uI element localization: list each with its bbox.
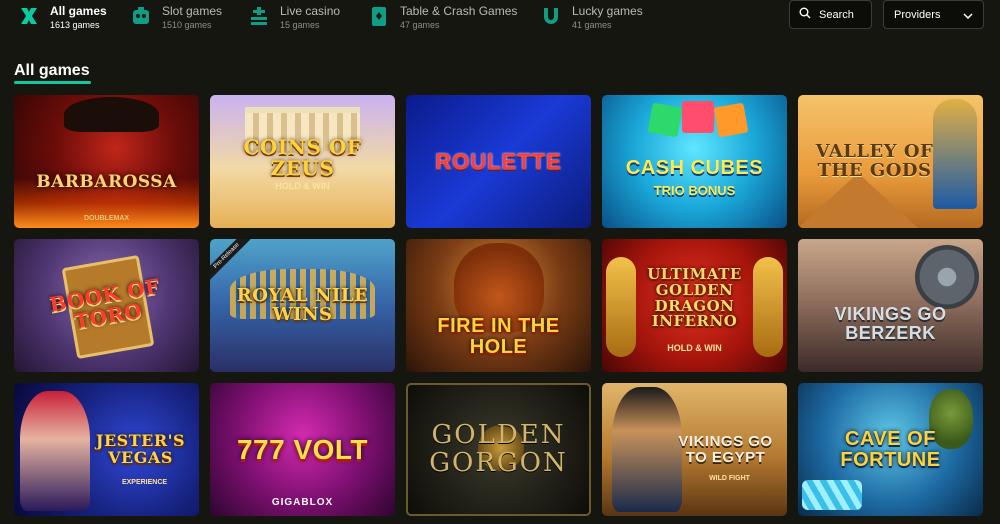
category-label: Slot games [162,4,223,18]
category-bar: All games 1613 games Slot games 1510 gam… [0,0,1000,34]
providers-dropdown[interactable]: Providers [883,0,984,29]
game-subtitle: Trio Bonus [653,183,736,198]
category-label: Live casino [280,4,341,18]
category-count: 47 games [400,20,440,30]
games-grid: Barbarossa DoubleMax Coins of Zeus Hold … [14,95,986,516]
category-live-casino[interactable]: Live casino 15 games [246,4,340,31]
game-tile-golden-gorgon[interactable]: Golden Gorgon [406,383,591,516]
game-tile-jesters-vegas[interactable]: Jester's Vegas Experience [14,383,199,516]
shield-art [915,245,979,309]
roulette-table-icon [246,3,272,29]
pirate-hat-art [64,97,159,132]
cube-art [713,102,749,138]
game-subtitle: Experience [121,479,168,486]
grid-icon [16,3,42,29]
game-title: 777 Volt [236,433,369,465]
game-title: Fire in the Hole [437,314,560,358]
slot-machine-icon [128,3,154,29]
category-count: 1510 games [162,20,212,30]
game-title: Barbarossa [36,171,177,192]
game-tile-coins-of-zeus[interactable]: Coins of Zeus Hold & Win [210,95,395,228]
section-title: All games [14,62,90,79]
game-subtitle: Hold & Win [275,181,330,191]
game-subtitle: Hold & Win [667,343,722,353]
game-tile-vikings-go-to-egypt[interactable]: Vikings Go to Egypt Wild Fight [602,383,787,516]
game-subtitle: Wild Fight [709,475,750,482]
game-tile-barbarossa[interactable]: Barbarossa DoubleMax [14,95,199,228]
game-tile-vikings-go-berzerk[interactable]: Vikings Go Berzerk [798,239,983,372]
game-tile-fire-in-the-hole[interactable]: Fire in the Hole [406,239,591,372]
game-title: Vikings Go to Egypt [678,432,773,466]
chevron-down-icon [963,6,973,24]
horseshoe-icon [538,3,564,29]
game-title: Valley of the Gods [815,140,934,181]
cube-art [647,102,683,138]
section-title-underline [14,81,91,84]
category-count: 1613 games [50,20,100,30]
game-tile-roulette[interactable]: Roulette [406,95,591,228]
category-label: All games [50,4,107,18]
game-subtitle: DoubleMax [83,215,130,222]
category-all-games[interactable]: All games 1613 games [16,4,107,31]
category-label: Lucky games [572,4,643,18]
game-tile-royal-nile-wins[interactable]: Pre-Release Royal Nile Wins [210,239,395,372]
category-lucky-games[interactable]: Lucky games 41 games [538,4,643,31]
category-table-crash[interactable]: Table & Crash Games 47 games [366,4,517,31]
game-tile-cave-of-fortune[interactable]: Cave of Fortune [798,383,983,516]
game-title: Coins of Zeus [243,134,362,180]
category-count: 15 games [280,20,320,30]
game-title: Vikings Go Berzerk [834,303,947,343]
game-tile-valley-of-the-gods[interactable]: Valley of the Gods [798,95,983,228]
game-tile-cash-cubes[interactable]: Cash Cubes Trio Bonus [602,95,787,228]
game-tile-book-of-toro[interactable]: Book of Toro [14,239,199,372]
gem-art [802,480,862,510]
search-button[interactable]: Search [789,0,872,29]
game-title: Cash Cubes [625,157,764,179]
game-title: Royal Nile Wins [236,284,369,325]
card-icon [366,3,392,29]
game-title: Cave of Fortune [840,427,941,471]
search-icon [799,6,811,24]
game-subtitle: GigaBlox [271,497,334,508]
game-title: Ultimate Golden Dragon Inferno [647,265,742,331]
game-tile-777-volt[interactable]: 777 Volt GigaBlox [210,383,395,516]
category-count: 41 games [572,20,612,30]
game-title: Golden Gorgon [429,420,568,478]
cube-art [682,101,714,133]
game-title: Roulette [435,148,562,174]
game-tile-ultimate-golden-dragon[interactable]: Ultimate Golden Dragon Inferno Hold & Wi… [602,239,787,372]
game-title: Jester's Vegas [95,430,186,467]
search-label: Search [819,8,854,21]
category-slot-games[interactable]: Slot games 1510 games [128,4,222,31]
category-label: Table & Crash Games [400,4,518,18]
pyramid-art [798,173,918,228]
providers-label: Providers [894,8,941,21]
